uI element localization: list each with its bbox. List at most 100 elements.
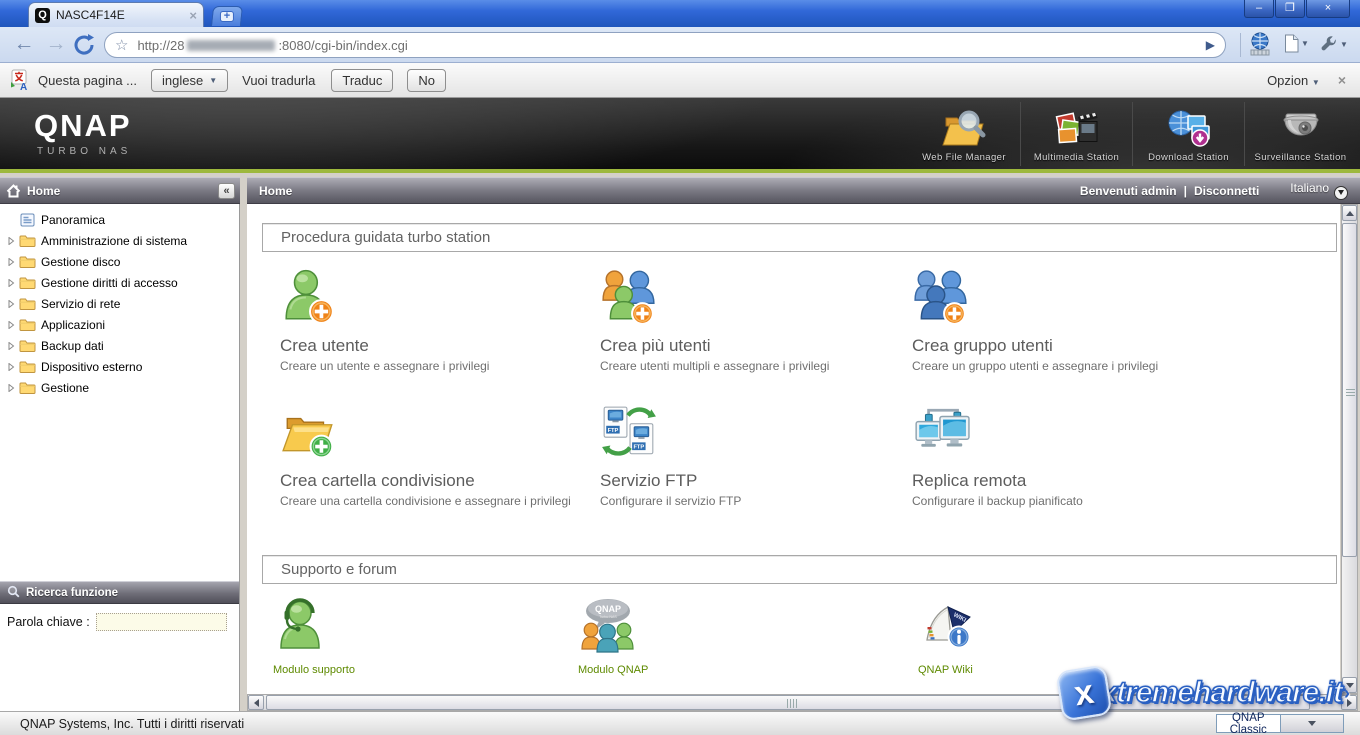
minimize-button[interactable]: – — [1244, 0, 1274, 18]
wizard-item-servizio-ftp[interactable]: FTPFTP Servizio FTP Configurare il servi… — [600, 403, 910, 508]
sidebar-item-servizio-di-rete[interactable]: Servizio di rete — [0, 293, 239, 314]
svg-text:FTP: FTP — [633, 445, 644, 451]
search-icon — [7, 585, 20, 601]
wizard-item-crea-piu-utenti[interactable]: Crea più utenti Creare utenti multipli e… — [600, 268, 910, 373]
back-button[interactable]: ← — [8, 29, 40, 59]
expand-arrow-icon[interactable] — [5, 384, 17, 392]
surveillance-station-icon — [1278, 107, 1324, 149]
function-search-header: Ricerca funzione — [0, 581, 239, 604]
scroll-left-button[interactable] — [248, 695, 264, 710]
chevron-down-icon: ▼ — [1312, 78, 1320, 87]
wizard-item-crea-gruppo-utenti[interactable]: Crea gruppo utenti Creare un gruppo uten… — [912, 268, 1222, 373]
sidebar-item-panoramica[interactable]: Panoramica — [0, 209, 239, 230]
support-item-modulo-supporto[interactable]: Modulo supporto — [273, 596, 533, 676]
expand-arrow-icon[interactable] — [5, 237, 17, 245]
main-content: Procedura guidata turbo station Crea ute… — [247, 204, 1340, 694]
translate-page-indicator-icon[interactable] — [1248, 31, 1272, 57]
page-menu-button[interactable]: ▼ — [1284, 34, 1309, 53]
app-download-station[interactable]: Download Station — [1132, 102, 1244, 166]
tab-title: NASC4F14E — [56, 8, 183, 22]
sidebar-header: Home « — [0, 177, 240, 204]
sidebar-item-gestione[interactable]: Gestione — [0, 377, 239, 398]
no-translate-button[interactable]: No — [407, 69, 446, 92]
support-item-label: Modulo supporto — [273, 664, 533, 676]
close-button[interactable]: × — [1306, 0, 1350, 18]
new-tab-button[interactable]: + — [211, 6, 243, 26]
collapse-sidebar-button[interactable]: « — [218, 183, 235, 199]
vertical-scrollbar-thumb[interactable] — [1342, 223, 1357, 557]
wizard-item-title: Crea utente — [280, 336, 590, 356]
logout-link[interactable]: Disconnetti — [1194, 184, 1259, 198]
sidebar-item-label: Dispositivo esterno — [41, 360, 142, 374]
language-dropdown[interactable]: inglese ▼ — [151, 69, 228, 92]
expand-arrow-icon[interactable] — [5, 279, 17, 287]
svg-text:Turbo NAS: Turbo NAS — [599, 615, 617, 619]
wizard-item-desc: Creare un utente e assegnare i privilegi — [280, 359, 590, 373]
sidebar-item-gestione-disco[interactable]: Gestione disco — [0, 251, 239, 272]
app-surveillance-station[interactable]: Surveillance Station — [1244, 102, 1356, 166]
forward-button[interactable]: → — [40, 29, 72, 59]
sidebar-item-dispositivo-esterno[interactable]: Dispositivo esterno — [0, 356, 239, 377]
qnap-logo-subtitle: TURBO NAS — [37, 146, 131, 157]
sidebar-item-amministrazione-di-sistema[interactable]: Amministrazione di sistema — [0, 230, 239, 251]
support-item-qnap-wiki[interactable]: WIKI QNAP Wiki — [918, 596, 1178, 676]
reload-button[interactable] — [72, 32, 100, 58]
xtremehardware-logo-icon: x — [1055, 664, 1112, 721]
tab-close-icon[interactable]: × — [189, 8, 197, 23]
wizard-item-desc: Creare utenti multipli e assegnare i pri… — [600, 359, 910, 373]
folder-icon — [17, 255, 37, 268]
app-label: Surveillance Station — [1255, 152, 1347, 163]
wizard-item-desc: Creare una cartella condivisione e asseg… — [280, 494, 590, 508]
sidebar-title: Home — [27, 184, 60, 198]
address-bar[interactable]: ☆ http://28 :8080/cgi-bin/index.cgi ▶ — [104, 32, 1226, 58]
app-label: Download Station — [1148, 152, 1229, 163]
language-dropdown-icon[interactable] — [1334, 186, 1348, 200]
restore-button[interactable]: ❐ — [1275, 0, 1305, 18]
keyword-input[interactable] — [96, 613, 227, 631]
bookmark-star-icon[interactable]: ☆ — [115, 36, 128, 54]
expand-arrow-icon[interactable] — [5, 258, 17, 266]
separator: | — [1184, 184, 1187, 198]
shared-folder-add-icon — [280, 403, 590, 466]
folder-icon — [17, 276, 37, 289]
wizard-item-crea-utente[interactable]: Crea utente Creare un utente e assegnare… — [280, 268, 590, 373]
wizard-item-title: Crea cartella condivisione — [280, 471, 590, 491]
options-dropdown[interactable]: Opzion ▼ — [1267, 73, 1320, 88]
sidebar-item-gestione-diritti-di-accesso[interactable]: Gestione diritti di accesso — [0, 272, 239, 293]
close-translate-bar-icon[interactable]: × — [1338, 72, 1346, 88]
scroll-up-button[interactable] — [1342, 205, 1357, 221]
expand-arrow-icon[interactable] — [5, 321, 17, 329]
wizard-item-title: Servizio FTP — [600, 471, 910, 491]
multimedia-station-icon — [1054, 107, 1100, 149]
svg-text:QNAP: QNAP — [595, 604, 621, 614]
vertical-scrollbar[interactable] — [1341, 204, 1358, 694]
app-multimedia-station[interactable]: Multimedia Station — [1020, 102, 1132, 166]
folder-icon — [17, 360, 37, 373]
sidebar-item-backup-dati[interactable]: Backup dati — [0, 335, 239, 356]
welcome-text: Benvenuti admin — [1080, 184, 1177, 198]
language-selector[interactable]: Italiano — [1290, 181, 1348, 200]
translate-button[interactable]: Traduc — [331, 69, 393, 92]
go-button[interactable]: ▶ — [1206, 38, 1215, 52]
remote-replication-icon — [912, 403, 1222, 466]
main-header: Home Benvenuti admin | Disconnetti Itali… — [247, 177, 1360, 204]
support-item-modulo-qnap[interactable]: QNAPTurbo NAS Modulo QNAP — [578, 596, 838, 676]
section-title-wizard: Procedura guidata turbo station — [262, 223, 1337, 252]
toolbar-separator — [1240, 33, 1241, 57]
expand-arrow-icon[interactable] — [5, 363, 17, 371]
section-title-text: Procedura guidata turbo station — [281, 229, 490, 246]
browser-tab[interactable]: Q NASC4F14E × — [28, 2, 204, 27]
wizard-item-crea-cartella-condivisione[interactable]: Crea cartella condivisione Creare una ca… — [280, 403, 590, 508]
app-web-file-manager[interactable]: Web File Manager — [908, 102, 1020, 166]
wizard-item-replica-remota[interactable]: Replica remota Configurare il backup pia… — [912, 403, 1222, 508]
expand-arrow-icon[interactable] — [5, 342, 17, 350]
sidebar-item-applicazioni[interactable]: Applicazioni — [0, 314, 239, 335]
settings-wrench-button[interactable]: ▼ — [1320, 35, 1348, 53]
support-agent-icon — [273, 596, 533, 659]
expand-arrow-icon[interactable] — [5, 300, 17, 308]
chevron-down-icon: ▼ — [209, 76, 217, 85]
sidebar-item-label: Gestione disco — [41, 255, 120, 269]
sidebar-item-label: Gestione — [41, 381, 89, 395]
chevron-down-icon: ▼ — [1340, 40, 1348, 49]
wizard-item-desc: Configurare il servizio FTP — [600, 494, 910, 508]
